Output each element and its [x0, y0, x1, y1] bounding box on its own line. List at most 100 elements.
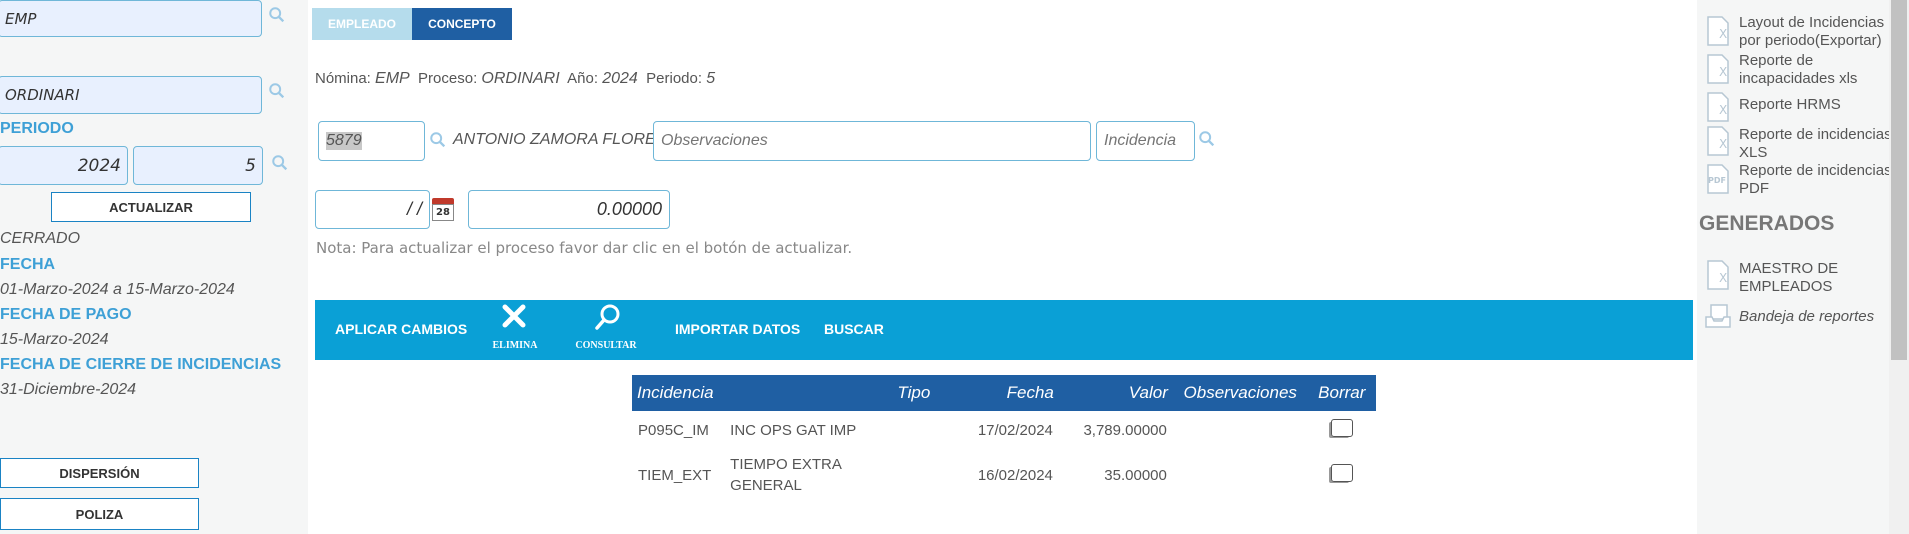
search-icon[interactable]: [271, 154, 289, 172]
search-icon: [595, 304, 620, 330]
report-label: Reporte de incidencias XLS: [1739, 126, 1889, 161]
calendar-day: 28: [432, 204, 454, 221]
search-icon[interactable]: [268, 6, 286, 24]
update-note: Nota: Para actualizar el proceso favor d…: [316, 239, 853, 257]
nomina-input[interactable]: EMP: [0, 0, 262, 37]
valor-cell: 3,789.00000: [1083, 421, 1167, 439]
borrar-checkbox[interactable]: [1330, 419, 1353, 437]
report-label: Reporte de incapacidades xls: [1739, 52, 1858, 87]
anio-info-value: 2024: [602, 70, 638, 87]
elimina-label: ELIMINA: [492, 340, 538, 351]
nomina-info-value: EMP: [375, 70, 410, 87]
amount-input[interactable]: 0.00000: [468, 190, 670, 229]
col-incidencia: Incidencia: [632, 375, 879, 411]
importar-datos-button[interactable]: IMPORTAR DATOS: [675, 321, 800, 337]
svg-text:X: X: [1719, 103, 1727, 117]
dispersion-button[interactable]: DISPERSIÓN: [0, 458, 199, 488]
action-toolbar: APLICAR CAMBIOS ELIMINA CONSULTAR IMPORT…: [315, 300, 1693, 360]
table-header-row: Incidencia Tipo Fecha Valor Observacione…: [632, 375, 1376, 411]
borrar-checkbox[interactable]: [1330, 464, 1353, 482]
aplicar-cambios-button[interactable]: APLICAR CAMBIOS: [335, 321, 467, 337]
tray-icon: [1705, 304, 1731, 328]
poliza-button[interactable]: POLIZA: [0, 498, 199, 530]
fecha-label: FECHA: [0, 256, 56, 273]
actualizar-button[interactable]: ACTUALIZAR: [51, 192, 251, 222]
process-info: Nómina: EMP Proceso: ORDINARI Año: 2024 …: [315, 70, 715, 88]
year-input[interactable]: 2024: [0, 146, 128, 185]
borrar-cell: [1308, 411, 1376, 449]
proceso-info-value: ORDINARI: [481, 70, 560, 87]
observaciones-input[interactable]: [653, 121, 1091, 161]
search-icon[interactable]: [1198, 130, 1216, 148]
periodo-info-value: 5: [706, 70, 716, 87]
proceso-input[interactable]: ORDINARI: [0, 76, 262, 114]
employee-name: ANTONIO ZAMORA FLORES: [453, 131, 667, 148]
col-observaciones: Observaciones: [1172, 375, 1308, 411]
svg-text:X: X: [1719, 65, 1727, 79]
search-icon[interactable]: [268, 82, 286, 100]
periodo-info-label: Periodo:: [646, 70, 703, 87]
incidencia-cell: P095C_IM INC OPS GAT IMP: [632, 411, 879, 449]
tipo-cell: [879, 449, 949, 501]
incidencia-cell: TIEM_EXT TIEMPO EXTRA GENERAL: [632, 449, 879, 501]
table-row[interactable]: TIEM_EXT TIEMPO EXTRA GENERAL 16/02/2024…: [632, 449, 1376, 501]
left-sidebar: EMP ORDINARI PERIODO 2024 5 ACTUALIZAR C…: [0, 0, 308, 534]
xls-doc-icon: X: [1707, 92, 1729, 122]
consultar-label: CONSULTAR: [575, 340, 637, 351]
periodo-label: PERIODO: [0, 120, 74, 137]
svg-text:PDF: PDF: [1708, 176, 1726, 185]
date-input[interactable]: / /: [315, 190, 430, 229]
fecha-pago-value: 15-Marzo-2024: [0, 331, 109, 348]
report-label: Reporte de incidencias PDF: [1739, 162, 1889, 197]
observaciones-cell: [1173, 449, 1308, 501]
fecha-cierre-label: FECHA DE CIERRE DE INCIDENCIAS: [0, 356, 282, 373]
anio-info-label: Año:: [567, 70, 599, 87]
consultar-button[interactable]: CONSULTAR: [571, 300, 641, 360]
col-tipo: Tipo: [878, 375, 950, 411]
svg-text:X: X: [1719, 27, 1727, 41]
report-item-hrms[interactable]: X Reporte HRMS: [1705, 90, 1889, 126]
table-row[interactable]: P095C_IM INC OPS GAT IMP 17/02/2024 3,78…: [632, 411, 1376, 449]
incidencia-input[interactable]: [1096, 121, 1195, 161]
report-item-incidencias-pdf[interactable]: PDF Reporte de incidencias PDF: [1705, 162, 1889, 200]
incidencia-desc: INC OPS GAT IMP: [730, 421, 857, 439]
incidencia-desc: TIEMPO EXTRA GENERAL: [730, 456, 842, 494]
report-item-layout[interactable]: X Layout de Incidencias por periodo(Expo…: [1705, 14, 1889, 52]
tab-concepto[interactable]: CONCEPTO: [412, 8, 512, 40]
xls-doc-icon: X: [1707, 54, 1729, 84]
bandeja-reportes-item[interactable]: Bandeja de reportes: [1705, 304, 1889, 330]
proceso-info-label: Proceso:: [418, 70, 478, 87]
xls-doc-icon: X: [1707, 260, 1729, 290]
borrar-cell: [1308, 449, 1376, 501]
report-item-incapacidades[interactable]: X Reporte de incapacidades xls: [1705, 52, 1889, 90]
buscar-button[interactable]: BUSCAR: [824, 321, 884, 337]
maestro-empleados-item[interactable]: X MAESTRO DE EMPLEADOS: [1705, 258, 1889, 298]
period-input[interactable]: 5: [133, 146, 263, 185]
calendar-icon[interactable]: 28: [432, 198, 454, 221]
employee-id-value: 5879: [326, 132, 362, 150]
generados-title: GENERADOS: [1699, 212, 1835, 235]
search-icon[interactable]: [429, 131, 447, 149]
scrollbar-thumb[interactable]: [1891, 0, 1907, 360]
fecha-pago-label: FECHA DE PAGO: [0, 306, 132, 323]
status-text: CERRADO: [0, 230, 81, 247]
fecha-cierre-value: 31-Diciembre-2024: [0, 381, 137, 398]
observaciones-cell: [1173, 411, 1308, 449]
report-item-incidencias-xls[interactable]: X Reporte de incidencias XLS: [1705, 124, 1889, 162]
tab-empleado[interactable]: EMPLEADO: [312, 8, 412, 40]
incidencia-code: P095C_IM: [638, 421, 709, 439]
tipo-cell: [879, 411, 949, 449]
xls-doc-icon: X: [1707, 126, 1729, 156]
nomina-info-label: Nómina:: [315, 70, 371, 87]
fecha-cell: 16/02/2024: [977, 466, 1053, 484]
xls-doc-icon: X: [1707, 16, 1729, 46]
employee-id-input[interactable]: 5879: [318, 121, 425, 161]
pdf-doc-icon: PDF: [1707, 164, 1729, 194]
close-icon: [502, 304, 526, 328]
bandeja-label: Bandeja de reportes: [1739, 308, 1875, 325]
incidencia-code: TIEM_EXT: [638, 466, 712, 484]
fecha-cell: 17/02/2024: [977, 421, 1053, 439]
report-label: Reporte HRMS: [1739, 96, 1841, 113]
incidencias-table: Incidencia Tipo Fecha Valor Observacione…: [632, 375, 1376, 501]
elimina-button[interactable]: ELIMINA: [485, 300, 545, 360]
